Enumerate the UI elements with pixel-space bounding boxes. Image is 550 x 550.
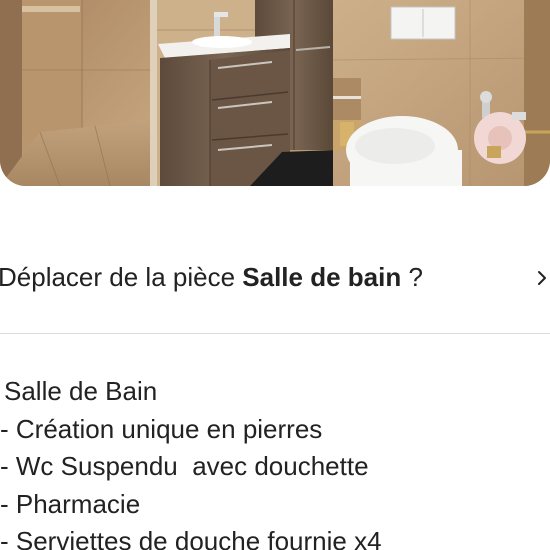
description-title: Salle de Bain bbox=[4, 376, 158, 406]
description-item: - Création unique en pierres bbox=[0, 413, 323, 444]
description-item: - Serviettes de douche fournie x4 bbox=[0, 526, 382, 550]
move-room-row[interactable]: Déplacer de la pièce Salle de bain ? bbox=[0, 252, 550, 302]
move-room-suffix: ? bbox=[401, 262, 423, 292]
bathroom-illustration bbox=[0, 0, 550, 186]
description-item: - Pharmacie bbox=[0, 488, 141, 519]
move-room-text: Déplacer de la pièce Salle de bain ? bbox=[0, 261, 423, 293]
move-room-prefix: Déplacer de la pièce bbox=[0, 262, 243, 292]
room-name: Salle de bain bbox=[242, 262, 402, 292]
description-item: - Wc Suspendu avec douchette bbox=[0, 451, 369, 481]
room-description: Salle de Bain - Création unique en pierr… bbox=[0, 373, 550, 550]
chevron-right-icon[interactable] bbox=[536, 266, 550, 290]
divider bbox=[0, 333, 550, 334]
bathroom-photo[interactable] bbox=[0, 0, 550, 186]
listing-page: Déplacer de la pièce Salle de bain ? Sal… bbox=[0, 0, 550, 550]
